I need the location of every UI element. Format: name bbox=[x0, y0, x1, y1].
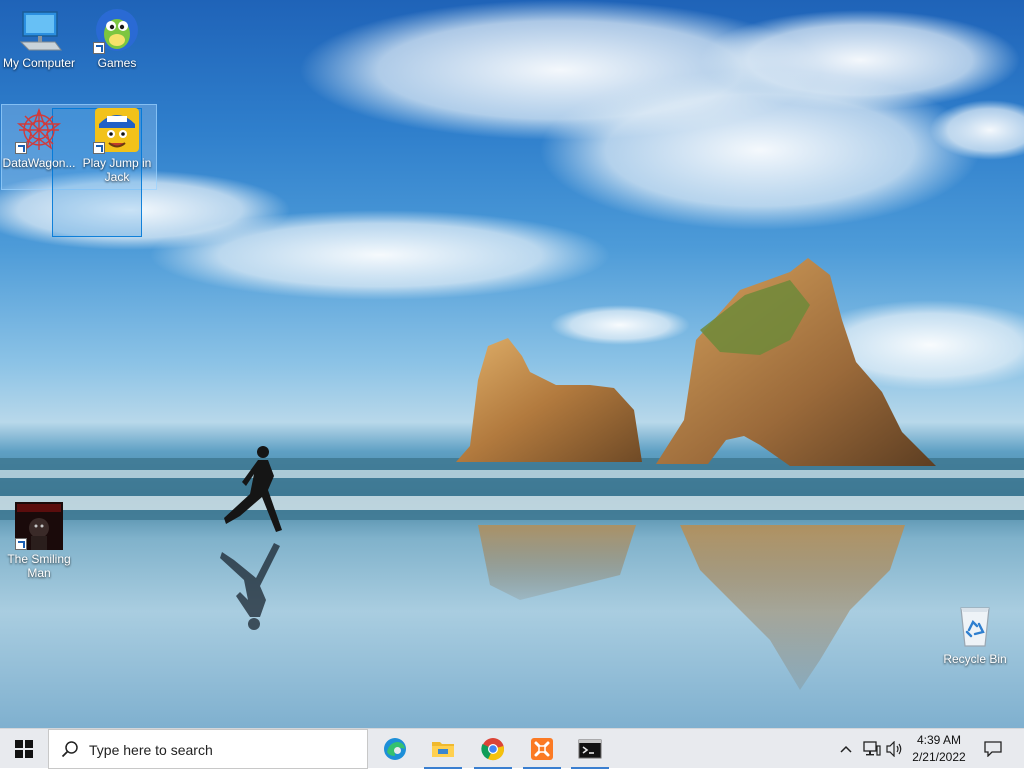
clock-time: 4:39 AM bbox=[916, 733, 962, 747]
network-status-button[interactable] bbox=[860, 729, 884, 769]
taskbar-app-xampp[interactable] bbox=[519, 729, 565, 769]
taskbar-search-box[interactable]: Type here to search bbox=[48, 729, 368, 769]
taskbar: Type here to search 4:39 AM 2/21/2022 bbox=[0, 728, 1024, 769]
shortcut-arrow-icon bbox=[15, 142, 27, 154]
icon-label: Play Jump in Jack bbox=[82, 156, 152, 184]
jump-in-jack-icon bbox=[93, 106, 141, 154]
icon-label: Games bbox=[97, 56, 137, 70]
computer-icon bbox=[15, 6, 63, 54]
my-computer-shortcut[interactable]: My Computer bbox=[0, 6, 78, 70]
show-hidden-icons-button[interactable] bbox=[836, 729, 856, 769]
recycle-bin[interactable]: Recycle Bin bbox=[936, 602, 1014, 666]
shortcut-arrow-icon bbox=[93, 42, 105, 54]
notification-icon bbox=[984, 741, 1002, 757]
clock-date: 2/21/2022 bbox=[912, 750, 966, 764]
taskbar-clock[interactable]: 4:39 AM 2/21/2022 bbox=[906, 732, 972, 766]
games-icon bbox=[93, 6, 141, 54]
shortcut-arrow-icon bbox=[93, 142, 105, 154]
windows-logo-icon bbox=[15, 740, 33, 758]
the-smiling-man-icon bbox=[15, 502, 63, 550]
games-shortcut[interactable]: Games bbox=[78, 6, 156, 70]
taskbar-app-file-explorer[interactable] bbox=[420, 729, 466, 769]
network-icon bbox=[863, 741, 881, 756]
xampp-icon bbox=[531, 738, 553, 760]
file-explorer-icon bbox=[432, 742, 454, 757]
volume-icon bbox=[886, 741, 902, 757]
recycle-bin-icon bbox=[951, 602, 999, 650]
volume-button[interactable] bbox=[884, 729, 906, 769]
taskbar-app-chrome[interactable] bbox=[470, 729, 516, 769]
search-placeholder: Type here to search bbox=[89, 742, 213, 758]
desktop[interactable]: My Computer Games DataWagon... Play Jump… bbox=[0, 0, 1024, 728]
edge-icon bbox=[384, 738, 406, 760]
icon-label: DataWagon... bbox=[2, 156, 76, 170]
taskbar-app-command-prompt[interactable] bbox=[567, 729, 613, 769]
search-icon bbox=[61, 741, 78, 758]
shortcut-arrow-icon bbox=[15, 538, 27, 550]
datawagon-icon bbox=[15, 106, 63, 154]
jump-in-jack-shortcut[interactable]: Play Jump in Jack bbox=[78, 106, 156, 184]
icon-label: The Smiling Man bbox=[7, 552, 71, 580]
command-prompt-icon bbox=[578, 739, 602, 759]
action-center-button[interactable] bbox=[978, 729, 1008, 769]
start-button[interactable] bbox=[0, 729, 48, 769]
datawagon-shortcut[interactable]: DataWagon... bbox=[0, 106, 78, 170]
chevron-up-icon bbox=[840, 745, 852, 753]
icon-label: Recycle Bin bbox=[943, 652, 1007, 666]
chrome-icon bbox=[481, 738, 504, 761]
taskbar-app-edge[interactable] bbox=[372, 729, 418, 769]
icon-label: My Computer bbox=[2, 56, 76, 70]
the-smiling-man-shortcut[interactable]: The Smiling Man bbox=[0, 502, 78, 580]
